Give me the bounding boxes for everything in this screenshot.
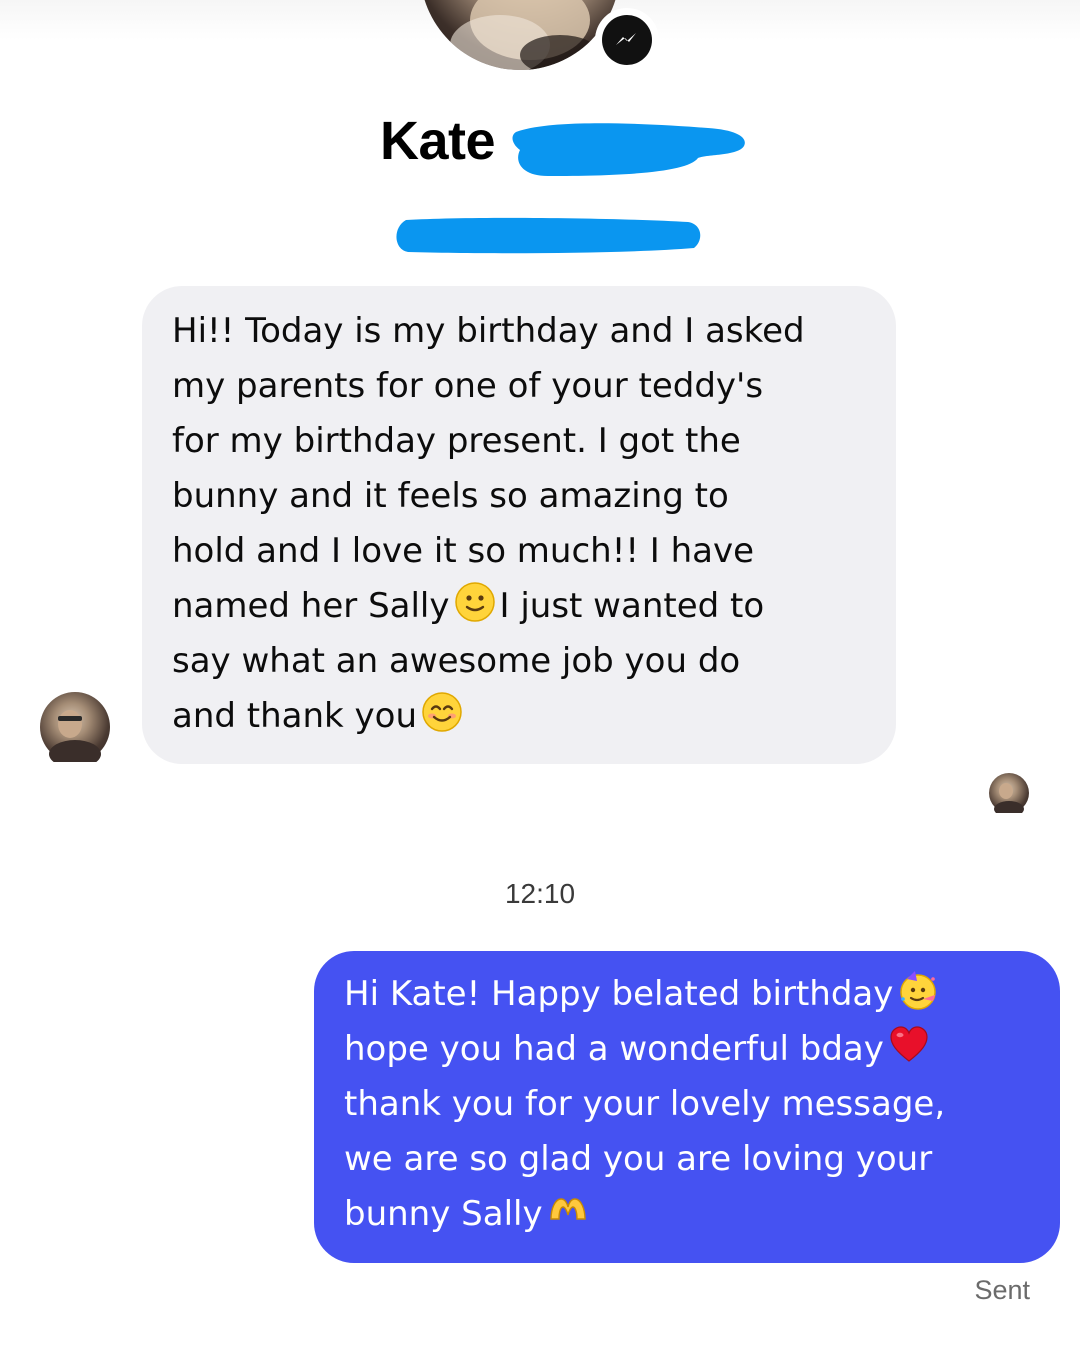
message-timestamp: 12:10: [504, 878, 576, 909]
message-line: hold and I love it so much!! I have: [172, 531, 755, 571]
message-line: Hi!! Today is my birthday and I asked: [172, 311, 805, 351]
read-receipt-avatar: [989, 773, 1029, 817]
delivery-status: Sent: [974, 1275, 1030, 1305]
message-text: I just wanted to: [499, 586, 765, 626]
message-line: my parents for one of your teddy's: [172, 366, 764, 406]
sender-avatar[interactable]: [40, 692, 110, 768]
partying-face-emoji: [897, 969, 939, 1011]
message-line: bunny and it feels so amazing to: [172, 476, 729, 516]
message-line-with-emoji: Hi Kate! Happy belated birthday: [344, 967, 1040, 1022]
slightly-smiling-face-emoji: [454, 581, 496, 623]
contact-name: Kate: [380, 111, 496, 171]
message-line-with-emoji: bunny Sally: [344, 1187, 1040, 1242]
message-text: bunny Sally: [344, 1194, 543, 1234]
smiling-face-with-smiling-eyes-emoji: [421, 691, 463, 733]
message-text: hope you had a wonderful bday: [344, 1029, 884, 1069]
message-line-with-emoji: hope you had a wonderful bday: [344, 1022, 1040, 1077]
incoming-message-bubble[interactable]: Hi!! Today is my birthday and I asked my…: [142, 286, 896, 764]
message-line: we are so glad you are loving your: [344, 1139, 933, 1179]
message-line: say what an awesome job you do: [172, 641, 741, 681]
heart-hands-emoji: [547, 1189, 589, 1231]
redacted-surname: [512, 123, 745, 176]
red-heart-emoji: [888, 1024, 930, 1066]
message-line-with-emoji: and thank you: [172, 689, 876, 744]
outgoing-message-bubble[interactable]: Hi Kate! Happy belated birthday hope you…: [314, 951, 1060, 1263]
message-text: and thank you: [172, 696, 418, 736]
message-line-with-emoji: named her Sally I just wanted to: [172, 579, 876, 634]
contact-profile-photo[interactable]: [420, 0, 620, 70]
message-line: thank you for your lovely message,: [344, 1084, 946, 1124]
message-line: for my birthday present. I got the: [172, 421, 741, 461]
messenger-icon: [595, 8, 659, 72]
message-text: Hi Kate! Happy belated birthday: [344, 974, 894, 1014]
redacted-subtitle: [396, 217, 701, 254]
message-text: named her Sally: [172, 586, 450, 626]
